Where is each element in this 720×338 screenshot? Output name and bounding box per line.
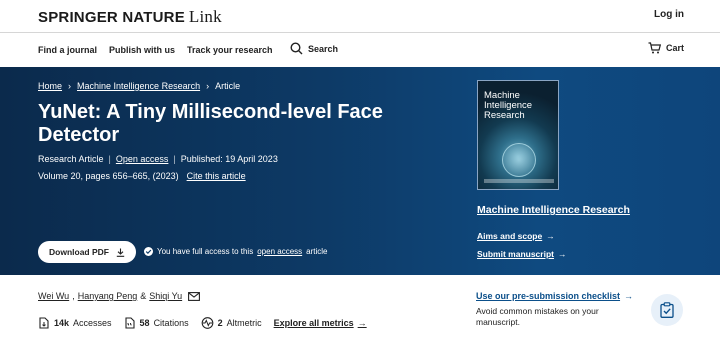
author-list: Wei Wu, Hanyang Peng & Shiqi Yu bbox=[38, 291, 201, 301]
access-note-pre: You have full access to this bbox=[157, 247, 254, 256]
citations-metric: 58 Citations bbox=[124, 317, 189, 329]
check-circle-icon bbox=[144, 247, 153, 256]
checklist-description: Avoid common mistakes on your manuscript… bbox=[476, 306, 599, 327]
access-note-post: article bbox=[306, 247, 328, 256]
cart-icon bbox=[648, 42, 661, 54]
chevron-right-icon: › bbox=[68, 81, 72, 91]
nav-cart[interactable]: Cart bbox=[648, 42, 684, 54]
arrow-right-icon: → bbox=[357, 318, 367, 328]
arrow-right-icon: → bbox=[624, 291, 634, 301]
nav-find-journal[interactable]: Find a journal bbox=[38, 45, 97, 55]
brand-suffix: Link bbox=[188, 7, 222, 26]
accesses-label: Accesses bbox=[73, 318, 112, 328]
citations-label: Citations bbox=[153, 318, 189, 328]
journal-cover[interactable]: Machine Intelligence Research bbox=[477, 80, 559, 190]
citations-value: 58 bbox=[139, 318, 150, 328]
journal-name-link[interactable]: Machine Intelligence Research bbox=[477, 204, 630, 216]
download-pdf-button[interactable]: Download PDF bbox=[38, 241, 136, 263]
login-link[interactable]: Log in bbox=[654, 9, 684, 20]
altmetric-value: 2 bbox=[217, 318, 223, 328]
email-icon[interactable] bbox=[188, 291, 201, 301]
author-link[interactable]: Hanyang Peng bbox=[78, 291, 138, 301]
chevron-right-icon: › bbox=[206, 81, 210, 91]
cover-footer bbox=[484, 179, 554, 183]
article-volume: Volume 20, pages 656–665, (2023) bbox=[38, 171, 179, 181]
clipboard-check-icon bbox=[660, 302, 674, 318]
breadcrumb-current: Article bbox=[215, 81, 241, 91]
cart-label: Cart bbox=[665, 43, 684, 53]
search-icon bbox=[290, 42, 303, 55]
author-link[interactable]: Shiqi Yu bbox=[149, 291, 182, 301]
citation-icon bbox=[124, 317, 135, 329]
author-link[interactable]: Wei Wu bbox=[38, 291, 69, 301]
altmetric-label: Altmetric bbox=[226, 318, 262, 328]
access-note: You have full access to this open access… bbox=[144, 247, 327, 256]
download-pdf-label: Download PDF bbox=[49, 247, 109, 257]
cite-article-link[interactable]: Cite this article bbox=[187, 171, 246, 181]
checklist-label: Use our pre-submission checklist bbox=[476, 291, 621, 301]
main-nav: Find a journal Publish with us Track you… bbox=[0, 32, 720, 67]
breadcrumb-home[interactable]: Home bbox=[38, 81, 62, 91]
access-note-link[interactable]: open access bbox=[257, 247, 302, 256]
cover-artwork bbox=[502, 143, 536, 177]
arrow-right-icon: → bbox=[557, 249, 567, 259]
springer-nature-logo[interactable]: SPRINGER NATURE Link bbox=[38, 7, 222, 27]
altmetric-icon bbox=[201, 317, 213, 329]
download-icon bbox=[116, 248, 125, 257]
document-download-icon bbox=[39, 317, 49, 329]
aims-scope-label: Aims and scope bbox=[477, 231, 543, 241]
metrics-bar: 14k Accesses 58 Citations 2 Altmetric Ex… bbox=[38, 317, 367, 329]
top-header: SPRINGER NATURE Link Log in bbox=[0, 0, 720, 32]
cover-title-line3: Research bbox=[484, 110, 525, 121]
cover-title: Machine Intelligence Research bbox=[484, 91, 532, 121]
nav-publish[interactable]: Publish with us bbox=[109, 45, 175, 55]
author-amp: & bbox=[140, 291, 147, 301]
article-title: YuNet: A Tiny Millisecond-level Face Det… bbox=[38, 101, 383, 146]
open-access-link[interactable]: Open access bbox=[116, 154, 169, 164]
submit-manuscript-label: Submit manuscript bbox=[477, 249, 554, 259]
article-meta: Research Article | Open access | Published: … bbox=[38, 154, 278, 164]
article-volume-row: Volume 20, pages 656–665, (2023) Cite thi… bbox=[38, 171, 246, 181]
explore-metrics-label: Explore all metrics bbox=[273, 318, 354, 328]
published-date: Published: 19 April 2023 bbox=[180, 154, 278, 164]
checklist-link[interactable]: Use our pre-submission checklist → bbox=[476, 291, 633, 301]
article-hero: Home › Machine Intelligence Research › A… bbox=[0, 67, 720, 275]
nav-track-research[interactable]: Track your research bbox=[187, 45, 273, 55]
brand-name: SPRINGER NATURE bbox=[38, 9, 185, 26]
accesses-metric: 14k Accesses bbox=[38, 317, 112, 329]
search-label: Search bbox=[308, 43, 339, 54]
arrow-right-icon: → bbox=[546, 231, 555, 241]
breadcrumb-journal[interactable]: Machine Intelligence Research bbox=[77, 81, 200, 91]
altmetric-metric: 2 Altmetric bbox=[201, 317, 262, 329]
article-type: Research Article bbox=[38, 154, 104, 164]
checklist-badge bbox=[651, 294, 683, 326]
aims-scope-link[interactable]: Aims and scope → bbox=[477, 231, 555, 241]
breadcrumb: Home › Machine Intelligence Research › A… bbox=[38, 81, 240, 91]
submit-manuscript-link[interactable]: Submit manuscript → bbox=[477, 249, 566, 259]
accesses-value: 14k bbox=[54, 318, 70, 328]
nav-search[interactable]: Search bbox=[290, 42, 338, 55]
explore-metrics-link[interactable]: Explore all metrics → bbox=[274, 318, 367, 328]
